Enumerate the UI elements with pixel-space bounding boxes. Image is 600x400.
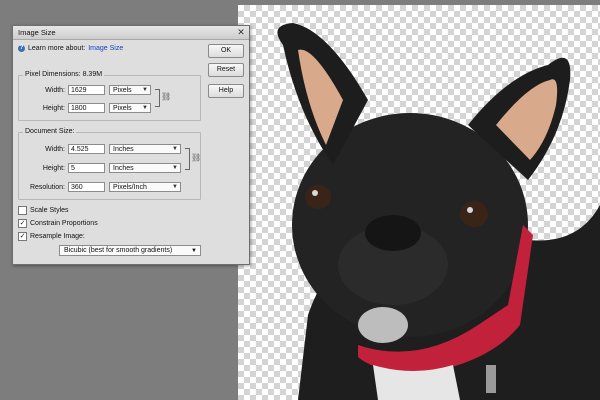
scale-styles-checkbox[interactable] (18, 206, 27, 215)
pixel-width-row: Width: 1629 Pixels ▼ (19, 85, 151, 95)
pixel-height-label: Height: (42, 104, 65, 112)
pixel-height-field[interactable]: 1800 (68, 103, 105, 113)
help-circle-icon: ? (18, 45, 25, 52)
dialog-titlebar[interactable]: Image Size ✕ (13, 26, 249, 40)
constrain-proportions-option[interactable]: ✓ Constrain Proportions (18, 219, 98, 228)
chevron-down-icon: ▼ (191, 248, 197, 254)
scale-styles-label: Scale Styles (30, 207, 69, 214)
reset-button[interactable]: Reset (208, 63, 244, 77)
resolution-unit-select[interactable]: Pixels/Inch ▼ (109, 182, 181, 192)
chevron-down-icon: ▼ (172, 146, 178, 152)
chevron-down-icon: ▼ (172, 184, 178, 190)
document-size-legend: Document Size: (23, 128, 77, 135)
pixel-height-unit: Pixels (113, 105, 132, 112)
dog-photo (277, 23, 600, 400)
chevron-down-icon: ▼ (172, 165, 178, 171)
doc-height-unit: Inches (113, 165, 134, 172)
pixel-width-label: Width: (45, 86, 65, 94)
learn-more-link[interactable]: Image Size (88, 45, 123, 52)
resolution-unit: Pixels/Inch (113, 184, 147, 191)
pixel-link-bracket (155, 89, 160, 107)
doc-height-field[interactable]: 5 (68, 163, 105, 173)
pixel-dimensions-size: 8.39M (82, 71, 103, 78)
link-chain-icon: ⛓ (191, 153, 202, 162)
doc-width-unit: Inches (113, 146, 134, 153)
doc-width-field[interactable]: 4.525 (68, 144, 105, 154)
pixel-width-unit: Pixels (113, 87, 132, 94)
pixel-width-field[interactable]: 1629 (68, 85, 105, 95)
resample-image-label: Resample Image: (30, 233, 85, 240)
constrain-proportions-checkbox[interactable]: ✓ (18, 219, 27, 228)
document-image[interactable] (238, 5, 600, 400)
chevron-down-icon: ▼ (142, 87, 148, 93)
pixel-height-row: Height: 1800 Pixels ▼ (19, 103, 151, 113)
doc-width-unit-select[interactable]: Inches ▼ (109, 144, 181, 154)
resolution-row: Resolution: 360 Pixels/Inch ▼ (19, 182, 181, 192)
constrain-proportions-label: Constrain Proportions (30, 220, 98, 227)
pixel-height-unit-select[interactable]: Pixels ▼ (109, 103, 151, 113)
doc-width-label: Width: (45, 145, 65, 153)
dialog-title: Image Size (18, 28, 56, 37)
pixel-dimensions-legend: Pixel Dimensions: 8.39M (23, 71, 105, 78)
learn-more-label: Learn more about: (28, 45, 86, 52)
learn-more-row: ? Learn more about: Image Size (18, 45, 123, 52)
doc-height-row: Height: 5 Inches ▼ (19, 163, 181, 173)
link-chain-icon: ⛓ (161, 92, 172, 101)
resample-method-value: Bicubic (best for smooth gradients) (64, 247, 173, 254)
pixel-dimensions-group: Pixel Dimensions: 8.39M Width: 1629 Pixe… (18, 71, 201, 121)
doc-width-row: Width: 4.525 Inches ▼ (19, 144, 181, 154)
doc-link-bracket (185, 148, 190, 170)
resample-image-checkbox[interactable]: ✓ (18, 232, 27, 241)
resolution-field[interactable]: 360 (68, 182, 105, 192)
image-size-dialog: Image Size ✕ ? Learn more about: Image S… (12, 25, 250, 265)
chevron-down-icon: ▼ (142, 105, 148, 111)
help-button[interactable]: Help (208, 84, 244, 98)
pixel-width-unit-select[interactable]: Pixels ▼ (109, 85, 151, 95)
close-icon[interactable]: ✕ (236, 27, 246, 37)
doc-height-unit-select[interactable]: Inches ▼ (109, 163, 181, 173)
ok-button[interactable]: OK (208, 44, 244, 58)
document-size-group: Document Size: Width: 4.525 Inches ▼ Hei… (18, 128, 202, 200)
resample-image-option[interactable]: ✓ Resample Image: (18, 232, 85, 241)
scale-styles-option[interactable]: Scale Styles (18, 206, 69, 215)
resample-method-select[interactable]: Bicubic (best for smooth gradients) ▼ (59, 245, 201, 256)
pixel-dimensions-label: Pixel Dimensions: (25, 71, 81, 78)
doc-height-label: Height: (42, 164, 65, 172)
resolution-label: Resolution: (29, 183, 65, 191)
